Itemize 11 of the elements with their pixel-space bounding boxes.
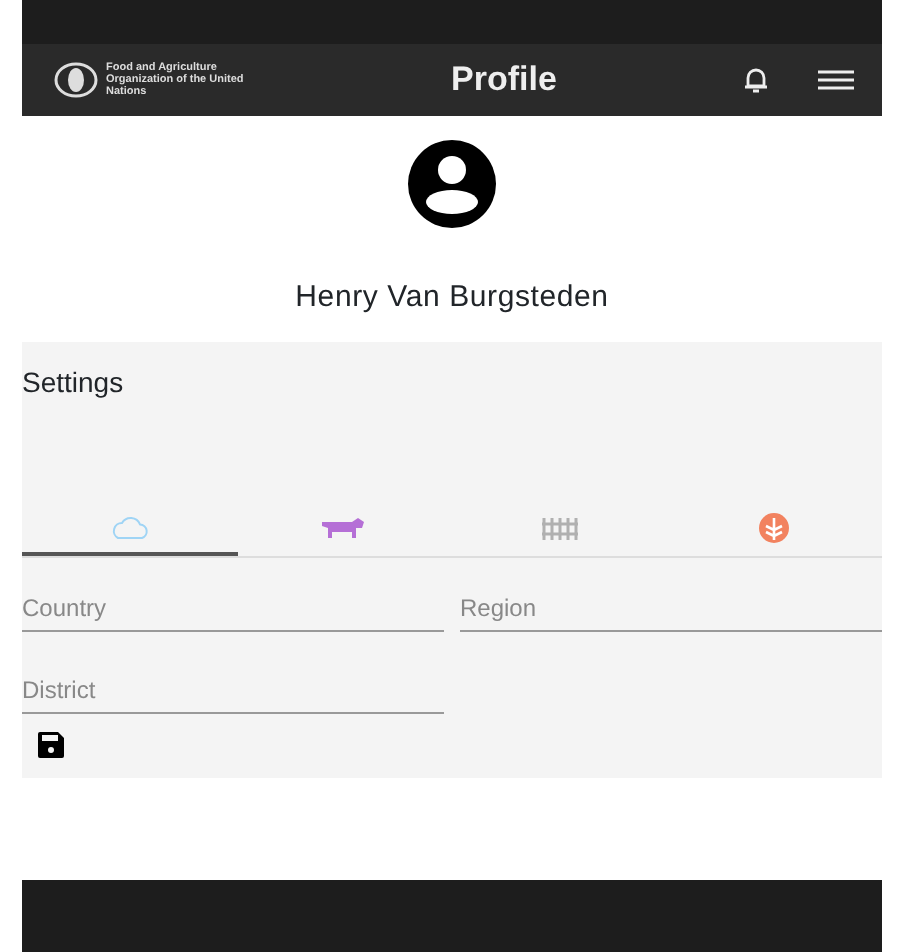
save-icon[interactable] — [38, 731, 64, 758]
bell-icon[interactable] — [742, 66, 770, 94]
section-title: Settings — [22, 363, 126, 402]
menu-icon[interactable] — [818, 70, 854, 90]
user-name: Henry Van Burgsteden — [295, 278, 609, 318]
emblem-icon — [54, 62, 98, 98]
input-field[interactable]: Region — [460, 581, 882, 631]
input-field[interactable]: District — [22, 663, 444, 713]
avatar-icon — [408, 140, 496, 228]
input-field[interactable]: Country — [22, 581, 444, 631]
page-title: Profile — [451, 58, 557, 103]
